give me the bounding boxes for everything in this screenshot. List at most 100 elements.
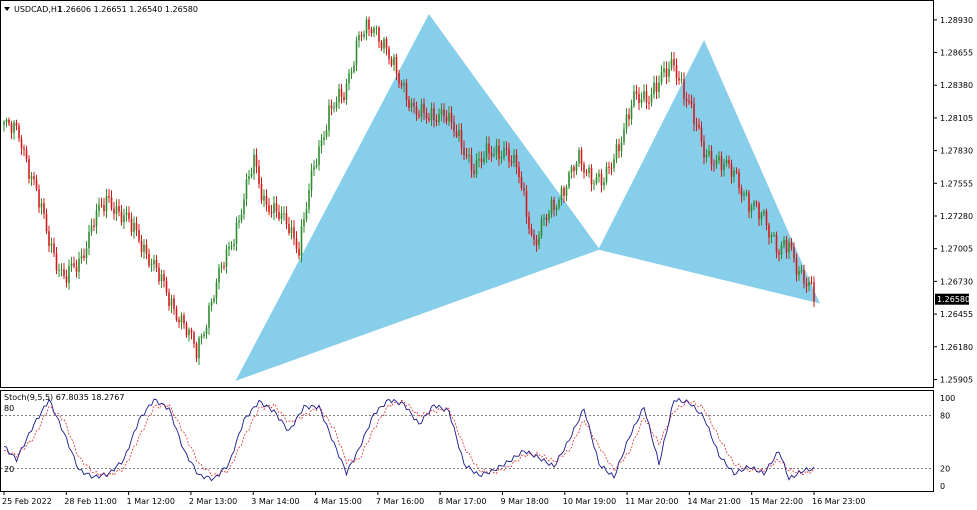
- candle-body: [200, 335, 203, 339]
- candle-body: [683, 79, 685, 99]
- candle-body: [590, 167, 593, 185]
- price-tick-label: 1.25905: [940, 375, 973, 384]
- candle-body: [203, 334, 205, 336]
- candle-body: [705, 154, 708, 158]
- candle-body: [710, 150, 713, 165]
- candle-body: [578, 149, 580, 164]
- candle-body: [750, 206, 753, 212]
- candle-body: [110, 197, 113, 209]
- stoch-level-80-label: 80: [4, 404, 14, 413]
- candle-body: [170, 298, 173, 306]
- candle-body: [185, 323, 188, 336]
- candle-body: [688, 100, 690, 102]
- candle-body: [230, 246, 233, 248]
- candle-body: [445, 116, 448, 122]
- candle-body: [703, 141, 705, 158]
- candle-body: [430, 108, 433, 120]
- candle-body: [523, 187, 525, 191]
- candle-body: [158, 267, 160, 282]
- candle-body: [350, 71, 353, 74]
- price-tick-label: 1.27280: [940, 212, 973, 221]
- candle-body: [358, 35, 360, 41]
- candle-body: [440, 109, 443, 115]
- time-tick-label: 8 Mar 17:00: [438, 497, 486, 506]
- candle-body: [800, 270, 803, 272]
- candle-body: [155, 259, 158, 268]
- candle-body: [605, 166, 608, 182]
- candle-body: [258, 166, 260, 184]
- candle-body: [390, 58, 393, 65]
- candle-body: [498, 145, 500, 159]
- candle-body: [495, 145, 498, 155]
- candle-body: [438, 114, 440, 122]
- candle-body: [20, 138, 23, 149]
- candle-body: [88, 231, 90, 249]
- candle-body: [453, 122, 455, 132]
- candle-body: [795, 258, 798, 275]
- candle-body: [33, 176, 35, 180]
- candle-body: [443, 109, 445, 117]
- candle-body: [545, 217, 548, 220]
- candle-body: [393, 56, 395, 65]
- stoch-level-20-label: 20: [4, 465, 14, 474]
- candle-body: [720, 156, 723, 171]
- candle-body: [370, 29, 373, 33]
- candle-body: [718, 156, 720, 161]
- candle-body: [223, 266, 225, 268]
- candle-body: [95, 210, 98, 227]
- candle-body: [195, 343, 198, 359]
- candle-body: [228, 246, 230, 250]
- candle-body: [115, 206, 118, 214]
- time-tick-label: 14 Mar 21:00: [687, 497, 740, 506]
- candle-body: [123, 215, 125, 223]
- stoch-pane-frame: [0, 390, 934, 492]
- candle-body: [293, 227, 295, 239]
- candle-body: [635, 91, 638, 94]
- candle-body: [780, 245, 783, 255]
- candle-body: [695, 124, 698, 126]
- candle-body: [143, 244, 145, 252]
- candle-body: [428, 118, 430, 120]
- stoch-tick-label: 20: [940, 464, 950, 473]
- candle-body: [490, 152, 493, 157]
- candle-body: [53, 243, 55, 253]
- candle-body: [663, 68, 665, 73]
- stoch-signal-line: [3, 399, 815, 478]
- candle-body: [105, 195, 108, 212]
- candle-body: [418, 114, 420, 117]
- candle-body: [15, 122, 18, 127]
- candle-body: [638, 93, 640, 104]
- candle-body: [253, 154, 255, 174]
- candle-body: [188, 329, 190, 336]
- candle-body: [48, 231, 50, 246]
- candle-body: [35, 179, 38, 190]
- triangle-down-icon[interactable]: [4, 7, 10, 11]
- candle-body: [758, 203, 760, 220]
- candle-body: [378, 27, 380, 42]
- time-tick-label: 3 Mar 14:00: [251, 497, 299, 506]
- candle-body: [310, 170, 313, 191]
- candle-body: [540, 219, 543, 236]
- stoch-axis: 100 80 20 0: [940, 394, 955, 491]
- time-tick-label: 1 Mar 12:00: [127, 497, 175, 506]
- candle-body: [588, 167, 590, 174]
- candle-body: [610, 167, 613, 169]
- candle-body: [165, 280, 168, 293]
- price-tick-label: 1.28105: [940, 114, 973, 123]
- candle-body: [23, 148, 25, 150]
- candle-body: [593, 183, 595, 185]
- time-tick-label: 16 Mar 23:00: [812, 497, 865, 506]
- candle-body: [55, 252, 58, 271]
- candle-body: [728, 160, 730, 164]
- candle-body: [505, 147, 508, 150]
- price-tick-label: 1.26730: [940, 277, 973, 286]
- candle-body: [318, 146, 320, 166]
- candle-body: [148, 253, 150, 266]
- candle-body: [760, 213, 763, 220]
- candle-body: [100, 204, 103, 206]
- stoch-label: Stoch(9,5,5) 67.8035 18.2767: [4, 393, 124, 402]
- candle-body: [220, 266, 223, 268]
- candle-body: [535, 239, 538, 245]
- candle-body: [420, 103, 423, 117]
- candle-body: [813, 282, 815, 302]
